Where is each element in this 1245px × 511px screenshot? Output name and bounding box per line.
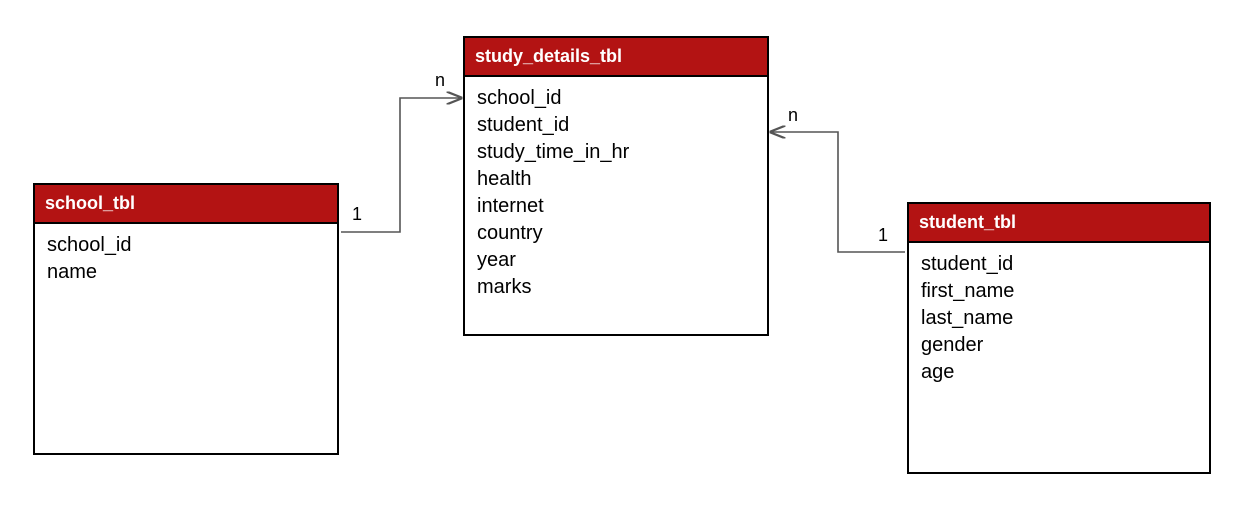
table-body-study-details: school_id student_id study_time_in_hr he… [465, 77, 767, 309]
table-header-school: school_tbl [35, 185, 337, 224]
field-study-time: study_time_in_hr [477, 139, 755, 166]
field-student-last-name: last_name [921, 305, 1197, 332]
rel-student-one-label: 1 [878, 225, 888, 246]
field-study-school-id: school_id [477, 85, 755, 112]
entity-table-study-details: study_details_tbl school_id student_id s… [463, 36, 769, 336]
field-student-id: student_id [921, 251, 1197, 278]
field-study-country: country [477, 220, 755, 247]
field-study-marks: marks [477, 274, 755, 301]
entity-table-student: student_tbl student_id first_name last_n… [907, 202, 1211, 474]
field-study-student-id: student_id [477, 112, 755, 139]
field-study-health: health [477, 166, 755, 193]
field-student-gender: gender [921, 332, 1197, 359]
field-study-year: year [477, 247, 755, 274]
rel-school-one-label: 1 [352, 204, 362, 225]
rel-school-many-label: n [435, 70, 445, 91]
table-header-student: student_tbl [909, 204, 1209, 243]
field-student-age: age [921, 359, 1197, 386]
table-body-school: school_id name [35, 224, 337, 294]
table-header-study-details: study_details_tbl [465, 38, 767, 77]
table-body-student: student_id first_name last_name gender a… [909, 243, 1209, 394]
field-school-name: name [47, 259, 325, 286]
field-school-id: school_id [47, 232, 325, 259]
rel-student-many-label: n [788, 105, 798, 126]
entity-table-school: school_tbl school_id name [33, 183, 339, 455]
field-study-internet: internet [477, 193, 755, 220]
field-student-first-name: first_name [921, 278, 1197, 305]
